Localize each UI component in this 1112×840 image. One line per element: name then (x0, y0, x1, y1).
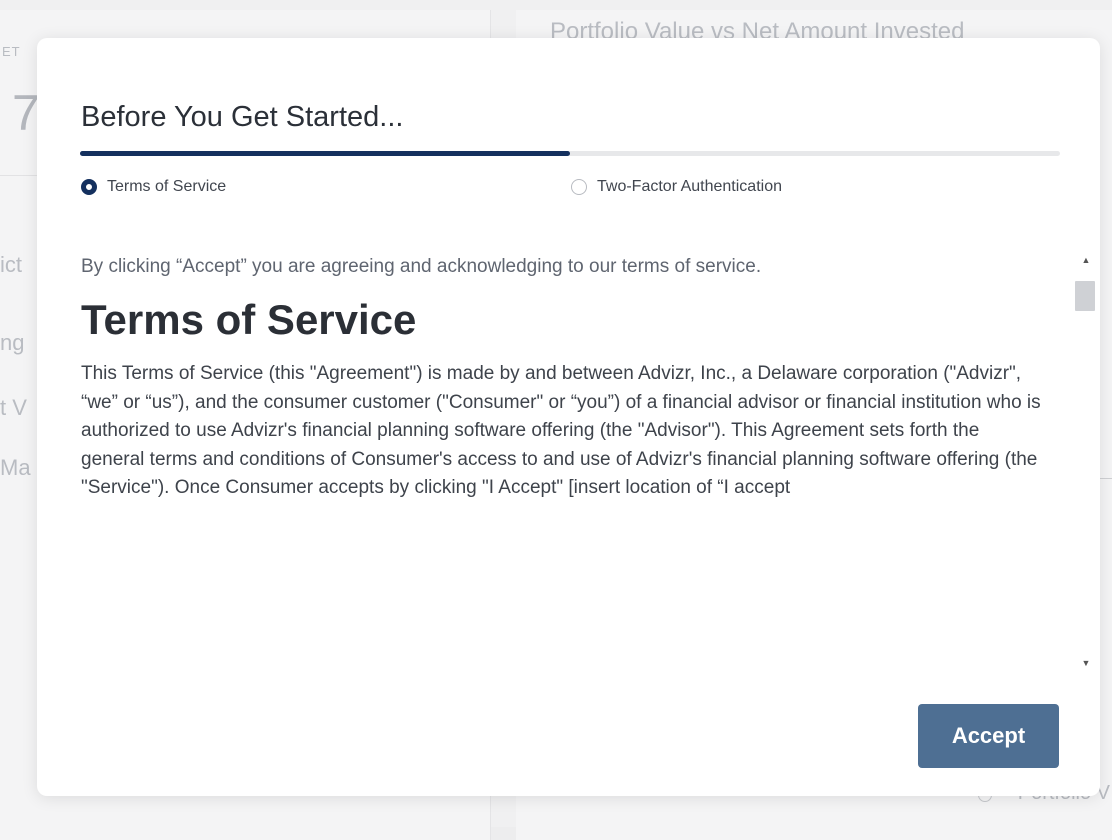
background-small-label: ET (2, 44, 21, 59)
scroll-up-arrow-icon[interactable]: ▲ (1074, 253, 1098, 267)
intro-text: By clicking “Accept” you are agreeing an… (81, 256, 762, 277)
step-label: Two-Factor Authentication (597, 178, 782, 195)
terms-modal: Before You Get Started... Terms of Servi… (37, 38, 1100, 796)
step-progress-bar (80, 151, 1060, 156)
terms-scroll-area[interactable]: By clicking “Accept” you are agreeing an… (81, 249, 1071, 674)
background-side-label: ict (0, 252, 22, 277)
modal-title: Before You Get Started... (81, 101, 404, 133)
accept-button[interactable]: Accept (918, 704, 1059, 768)
background-big-number: 7 (12, 85, 40, 141)
radio-unselected-icon (571, 179, 587, 195)
radio-selected-icon (81, 179, 97, 195)
scroll-down-arrow-icon[interactable]: ▼ (1074, 656, 1098, 670)
background-side-label: t V (0, 395, 27, 420)
step-label: Terms of Service (107, 178, 227, 195)
terms-heading: Terms of Service (81, 296, 417, 343)
step-two-factor-authentication[interactable]: Two-Factor Authentication (571, 178, 782, 196)
terms-body-text: This Terms of Service (this "Agreement")… (81, 363, 1041, 498)
step-terms-of-service[interactable]: Terms of Service (81, 178, 226, 196)
scrollbar-thumb[interactable] (1075, 281, 1095, 311)
terms-content: By clicking “Accept” you are agreeing an… (81, 249, 1041, 503)
background-side-label: Ma (0, 455, 31, 480)
step-progress-fill (80, 151, 570, 156)
terms-scrollbar[interactable]: ▲ ▼ (1071, 249, 1101, 674)
background-side-label: ng (0, 330, 25, 355)
